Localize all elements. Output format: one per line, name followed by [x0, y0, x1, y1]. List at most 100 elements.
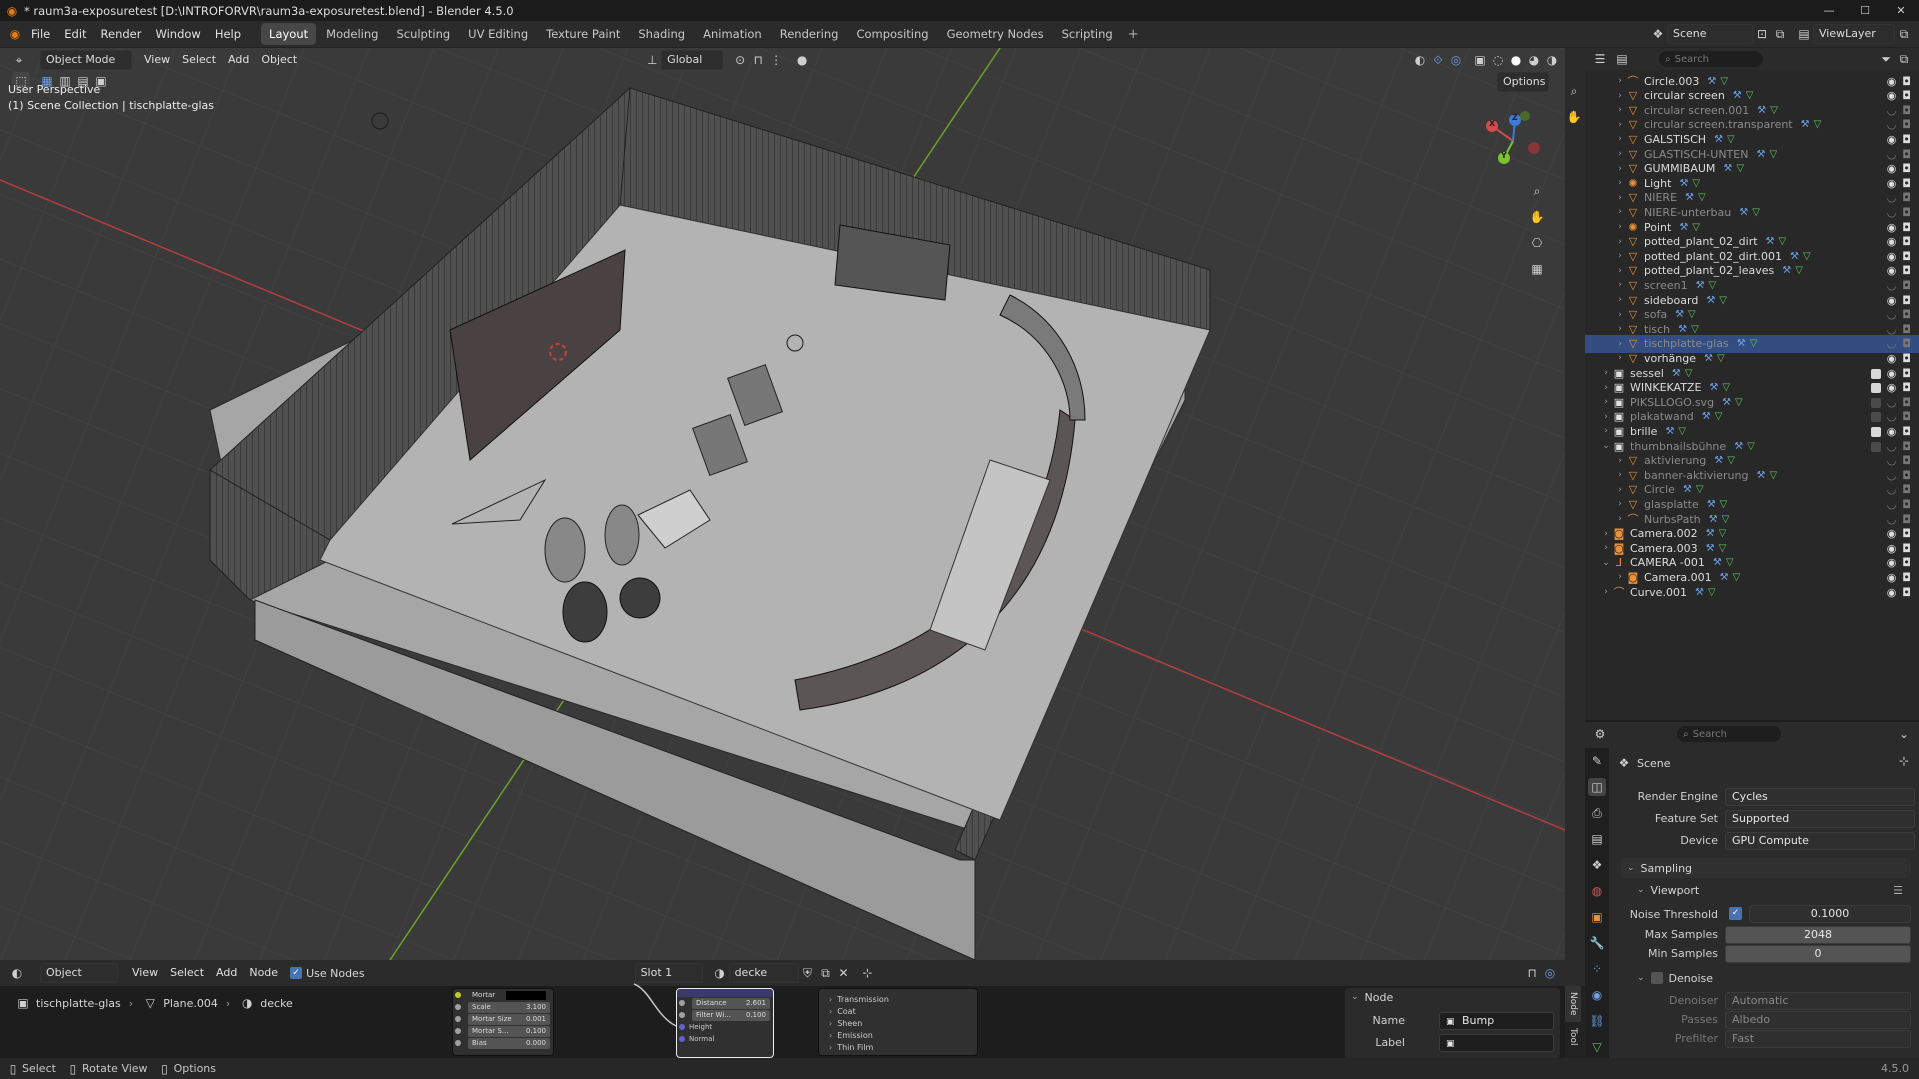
editor-type-icon[interactable]: ⌖	[10, 51, 28, 69]
visibility-eye-icon[interactable]: ◡	[1887, 148, 1897, 161]
xray-icon[interactable]: ▣	[1471, 51, 1489, 69]
chevron-right-icon[interactable]: ›	[1601, 587, 1611, 597]
node-label-field[interactable]: ▣	[1439, 1034, 1554, 1052]
pivot-icon[interactable]: ⊙	[731, 51, 749, 69]
chevron-right-icon[interactable]: ›	[1615, 280, 1625, 290]
visibility-eye-icon[interactable]: ◉	[1887, 367, 1897, 380]
properties-search[interactable]: ⌕ Search	[1677, 726, 1781, 742]
visibility-eye-icon[interactable]: ◡	[1887, 206, 1897, 219]
physics-tab-icon[interactable]: ◉	[1588, 986, 1606, 1004]
menu-render[interactable]: Render	[94, 21, 149, 48]
properties-editor-icon[interactable]: ⚙	[1591, 725, 1609, 743]
visibility-eye-icon[interactable]: ◡	[1887, 469, 1897, 482]
visibility-eye-icon[interactable]: ◡	[1887, 323, 1897, 336]
visibility-eye-icon[interactable]: ◉	[1887, 235, 1897, 248]
visibility-eye-icon[interactable]: ◡	[1887, 440, 1897, 453]
chevron-right-icon[interactable]: ›	[1615, 149, 1625, 159]
viewport-menu-object[interactable]: Object	[255, 49, 303, 71]
node-value-field[interactable]: Filter Wi... 0.100	[692, 1009, 770, 1021]
visibility-eye-icon[interactable]: ◉	[1887, 425, 1897, 438]
camera-render-icon[interactable]: ◘	[1902, 118, 1911, 131]
chevron-down-icon[interactable]: ⌄	[1895, 725, 1913, 743]
chevron-right-icon[interactable]: ›	[1615, 164, 1625, 174]
noise-threshold-checkbox[interactable]: ✓	[1729, 907, 1742, 920]
visibility-icon[interactable]: ◐	[1411, 51, 1429, 69]
visibility-eye-icon[interactable]: ◉	[1887, 177, 1897, 190]
chevron-down-icon[interactable]: ⌄	[1601, 441, 1611, 451]
denoiser-dropdown[interactable]: Automatic	[1725, 992, 1911, 1010]
visibility-eye-icon[interactable]: ◉	[1887, 571, 1897, 584]
chevron-right-icon[interactable]: ›	[1615, 76, 1625, 86]
outliner-editor-icon[interactable]: ☰	[1591, 50, 1609, 68]
workspace-tab-animation[interactable]: Animation	[695, 23, 770, 45]
brick-node-field[interactable]: Mortar	[453, 989, 553, 1001]
viewport-canvas[interactable]	[0, 48, 1565, 960]
principled-bsdf-node[interactable]: › Transmission › Coat › Sheen › Emission › Thin F…	[818, 988, 978, 1056]
visibility-eye-icon[interactable]: ◡	[1887, 308, 1897, 321]
camera-render-icon[interactable]: ◘	[1902, 323, 1911, 336]
proportional-edit-icon[interactable]: ●	[793, 51, 811, 69]
navigation-gizmo[interactable]: X Y Z	[1480, 108, 1546, 174]
chevron-right-icon[interactable]: ›	[1615, 456, 1625, 466]
camera-render-icon[interactable]: ◘	[1902, 352, 1911, 365]
data-tab-icon[interactable]: ▽	[1588, 1038, 1606, 1056]
node-menu-add[interactable]: Add	[210, 962, 243, 984]
camera-render-icon[interactable]: ◘	[1902, 542, 1911, 555]
chevron-right-icon[interactable]: ›	[1601, 383, 1611, 393]
chevron-right-icon[interactable]: ›	[1615, 222, 1625, 232]
visibility-eye-icon[interactable]: ◡	[1887, 483, 1897, 496]
visibility-eye-icon[interactable]: ◉	[1887, 75, 1897, 88]
min-samples-field[interactable]: 0	[1725, 945, 1911, 963]
workspace-tab-modeling[interactable]: Modeling	[318, 23, 386, 45]
visibility-eye-icon[interactable]: ◡	[1887, 191, 1897, 204]
node-value-field[interactable]: Mortar Size 0.001	[468, 1013, 550, 1025]
chevron-down-icon[interactable]: ⌄	[1601, 558, 1611, 568]
new-collection-icon[interactable]: ⧉	[1895, 50, 1913, 68]
filter-icon[interactable]: ⏷	[1877, 50, 1895, 68]
wireframe-shading-icon[interactable]: ◌	[1489, 51, 1507, 69]
constraints-tab-icon[interactable]: ⛓	[1588, 1012, 1606, 1030]
material-name-field[interactable]: decke	[728, 963, 799, 983]
node-menu-select[interactable]: Select	[164, 962, 210, 984]
camera-render-icon[interactable]: ◘	[1902, 513, 1911, 526]
workspace-tab-scripting[interactable]: Scripting	[1054, 23, 1121, 45]
visibility-eye-icon[interactable]: ◡	[1887, 454, 1897, 467]
node-value-field[interactable]: Distance 2.601	[692, 997, 770, 1009]
chevron-right-icon[interactable]: ›	[1615, 499, 1625, 509]
visibility-eye-icon[interactable]: ◉	[1887, 586, 1897, 599]
visibility-eye-icon[interactable]: ◉	[1887, 162, 1897, 175]
tool-tab-icon[interactable]: ✎	[1588, 752, 1606, 770]
shader-type-dropdown[interactable]: Object	[40, 963, 118, 983]
fake-user-icon[interactable]: ⛨	[799, 964, 817, 982]
input-socket[interactable]	[679, 1000, 685, 1006]
viewport-menu-view[interactable]: View	[138, 49, 176, 71]
bsdf-panel-thin-film[interactable]: › Thin Film	[829, 1041, 967, 1053]
camera-render-icon[interactable]: ◘	[1902, 396, 1911, 409]
object-tab-icon[interactable]: ▣	[1588, 908, 1606, 926]
add-workspace-button[interactable]: +	[1122, 27, 1145, 42]
material-browse-icon[interactable]: ◑	[711, 964, 729, 982]
solid-shading-icon[interactable]: ●	[1507, 51, 1525, 69]
camera-render-icon[interactable]: ◘	[1902, 483, 1911, 496]
node-editor-type-icon[interactable]: ◐	[8, 964, 26, 982]
duplicate-material-icon[interactable]: ⧉	[817, 964, 835, 982]
bsdf-panel-coat[interactable]: › Coat	[829, 1005, 967, 1017]
node-value-field[interactable]: Mortar S... 0.100	[468, 1025, 550, 1037]
visibility-eye-icon[interactable]: ◡	[1887, 104, 1897, 117]
node-value-field[interactable]: Scale 3.100	[468, 1001, 550, 1013]
camera-render-icon[interactable]: ◘	[1902, 308, 1911, 321]
render-tab-icon[interactable]: ◫	[1588, 778, 1606, 796]
world-tab-icon[interactable]: ◍	[1588, 882, 1606, 900]
menu-edit[interactable]: Edit	[57, 21, 93, 48]
denoise-subsection-header[interactable]: ⌄ Denoise	[1631, 968, 1911, 988]
bump-node-field[interactable]: Normal	[677, 1033, 773, 1045]
bsdf-panel-emission[interactable]: › Emission	[829, 1029, 967, 1041]
menu-window[interactable]: Window	[148, 21, 207, 48]
passes-dropdown[interactable]: Albedo	[1725, 1011, 1911, 1029]
chevron-right-icon[interactable]: ›	[1615, 310, 1625, 320]
camera-render-icon[interactable]: ◘	[1902, 498, 1911, 511]
camera-render-icon[interactable]: ◘	[1902, 367, 1911, 380]
chevron-right-icon[interactable]: ›	[1615, 237, 1625, 247]
camera-render-icon[interactable]: ◘	[1902, 527, 1911, 540]
close-window-button[interactable]: ✕	[1883, 4, 1919, 17]
